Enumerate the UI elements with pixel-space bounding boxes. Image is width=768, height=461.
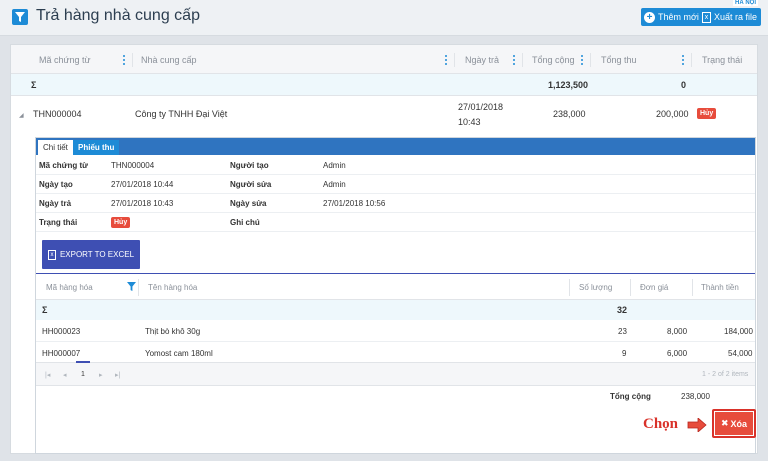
grid-header: Mã chứng từ Nhà cung cấp Ngày trả Tổng c…: [11, 45, 757, 74]
expand-caret-icon[interactable]: ◢: [19, 112, 24, 119]
col-code[interactable]: Mã chứng từ: [39, 45, 91, 74]
item-name: Thịt bò khô 30g: [145, 327, 201, 336]
row-code: THN000004: [33, 109, 82, 119]
info-row: Ngày tạo 27/01/2018 10:44 Người sửa Admi…: [36, 175, 755, 194]
next-page-icon[interactable]: ▸: [99, 371, 103, 379]
row-thu: 200,000: [656, 109, 689, 119]
annotation-label: Chọn: [643, 416, 679, 432]
sum-thu: 0: [681, 80, 687, 90]
column-menu-icon[interactable]: [445, 55, 448, 65]
filter-icon[interactable]: [127, 282, 136, 291]
delete-label: Xóa: [730, 418, 748, 429]
sum-symbol: Σ: [42, 305, 48, 315]
tab-receipt[interactable]: Phiếu thu: [73, 140, 120, 155]
export-file-label: Xuất ra file: [714, 12, 758, 22]
info-row: Mã chứng từ THN000004 Người tạo Admin: [36, 156, 755, 175]
export-excel-button[interactable]: x EXPORT TO EXCEL: [42, 240, 140, 269]
detail-panel: Chi tiết Phiếu thu Mã chứng từ THN000004…: [35, 137, 756, 454]
editor-value: Admin: [323, 180, 346, 189]
return-date-label: Ngày trả: [39, 199, 72, 208]
status-badge: Hủy: [111, 217, 131, 228]
edited-label: Ngày sửa: [230, 199, 267, 208]
detail-tabs: Chi tiết Phiếu thu: [36, 138, 755, 155]
page-header: Trả hàng nhà cung cấp + Thêm mới x Xuất …: [0, 0, 768, 36]
sum-qty: 32: [617, 305, 628, 315]
info-row: Trạng thái Hủy Ghi chú: [36, 213, 755, 232]
creator-value: Admin: [323, 161, 346, 170]
export-file-button[interactable]: x Xuất ra file: [699, 8, 762, 26]
info-row: Ngày trả 27/01/2018 10:43 Ngày sửa 27/01…: [36, 194, 755, 213]
prev-page-icon[interactable]: ◂: [63, 371, 67, 379]
row-time: 10:43: [458, 117, 481, 127]
code-value: THN000004: [111, 161, 155, 170]
plus-icon: +: [644, 11, 655, 23]
export-excel-label: EXPORT TO EXCEL: [59, 250, 135, 259]
add-new-label: Thêm mới: [658, 12, 699, 22]
current-page[interactable]: 1: [81, 371, 85, 378]
item-qty: 9: [622, 349, 627, 358]
excel-icon: x: [47, 249, 56, 260]
close-icon: ✖: [720, 418, 729, 428]
total-value: 238,000: [681, 392, 710, 401]
last-page-icon[interactable]: ▸|: [115, 371, 120, 379]
list-item[interactable]: HH000023 Thịt bò khô 30g 23 8,000 184,00…: [36, 320, 755, 342]
row-supplier: Công ty TNHH Đại Việt: [135, 109, 228, 119]
column-menu-icon[interactable]: [123, 55, 126, 65]
creator-label: Người tạo: [230, 161, 269, 170]
col-price[interactable]: Đơn giá: [640, 283, 668, 292]
item-code: HH000007: [42, 349, 81, 358]
list-item[interactable]: HH000007 Yomost cam 180ml 9 6,000 54,000: [36, 342, 755, 364]
item-price: 6,000: [667, 349, 688, 358]
item-price: 8,000: [667, 327, 688, 336]
delete-button[interactable]: ✖ Xóa: [712, 409, 756, 438]
col-status[interactable]: Trạng thái: [702, 45, 742, 74]
item-qty: 23: [618, 327, 627, 336]
col-total[interactable]: Tổng cộng: [532, 45, 575, 74]
excel-icon: x: [702, 11, 711, 23]
items-summary-row: Σ 32: [36, 300, 755, 320]
first-page-icon[interactable]: |◂: [45, 371, 50, 379]
col-amount[interactable]: Thành tiền: [701, 283, 739, 292]
items-header: Mã hàng hóa Tên hàng hóa Số lượng Đơn gi…: [36, 273, 755, 300]
row-date: 27/01/2018: [458, 102, 504, 112]
column-menu-icon[interactable]: [581, 55, 584, 65]
filter-icon[interactable]: [12, 9, 28, 25]
main-panel: Mã chứng từ Nhà cung cấp Ngày trả Tổng c…: [10, 44, 758, 454]
arrow-right-icon: [687, 418, 707, 432]
add-new-button[interactable]: + Thêm mới: [641, 8, 704, 26]
edited-value: 27/01/2018 10:56: [323, 199, 386, 208]
code-label: Mã chứng từ: [39, 161, 88, 170]
editor-label: Người sửa: [230, 180, 272, 189]
col-date[interactable]: Ngày trả: [465, 45, 499, 74]
sum-total: 1,123,500: [548, 80, 589, 90]
item-code: HH000023: [42, 327, 81, 336]
tab-detail[interactable]: Chi tiết: [38, 140, 73, 155]
column-menu-icon[interactable]: [682, 55, 685, 65]
column-menu-icon[interactable]: [513, 55, 516, 65]
table-row[interactable]: ◢ THN000004 Công ty TNHH Đại Việt 27/01/…: [11, 96, 757, 136]
col-item-name[interactable]: Tên hàng hóa: [148, 283, 197, 292]
summary-row: Σ 1,123,500 0: [11, 74, 757, 96]
col-qty[interactable]: Số lượng: [579, 283, 612, 292]
created-label: Ngày tạo: [39, 180, 73, 189]
created-value: 27/01/2018 10:44: [111, 180, 174, 189]
item-amount: 184,000: [724, 327, 753, 336]
status-label: Trạng thái: [39, 218, 78, 227]
item-name: Yomost cam 180ml: [145, 349, 213, 358]
col-supplier[interactable]: Nhà cung cấp: [141, 45, 197, 74]
page-title: Trả hàng nhà cung cấp: [36, 7, 200, 24]
return-date-value: 27/01/2018 10:43: [111, 199, 174, 208]
col-thu[interactable]: Tổng thu: [601, 45, 637, 74]
total-label: Tổng cộng: [610, 392, 651, 401]
status-badge: Hủy: [697, 108, 717, 119]
row-total: 238,000: [553, 109, 586, 119]
note-label: Ghi chú: [230, 218, 260, 227]
item-amount: 54,000: [728, 349, 753, 358]
branch-badge[interactable]: HÀ NỘI: [733, 0, 758, 6]
sum-symbol: Σ: [31, 80, 37, 90]
pager: |◂ ◂ 1 ▸ ▸| 1 - 2 of 2 items: [36, 361, 755, 386]
pager-info: 1 - 2 of 2 items: [702, 371, 749, 378]
col-item-code[interactable]: Mã hàng hóa: [46, 283, 93, 292]
